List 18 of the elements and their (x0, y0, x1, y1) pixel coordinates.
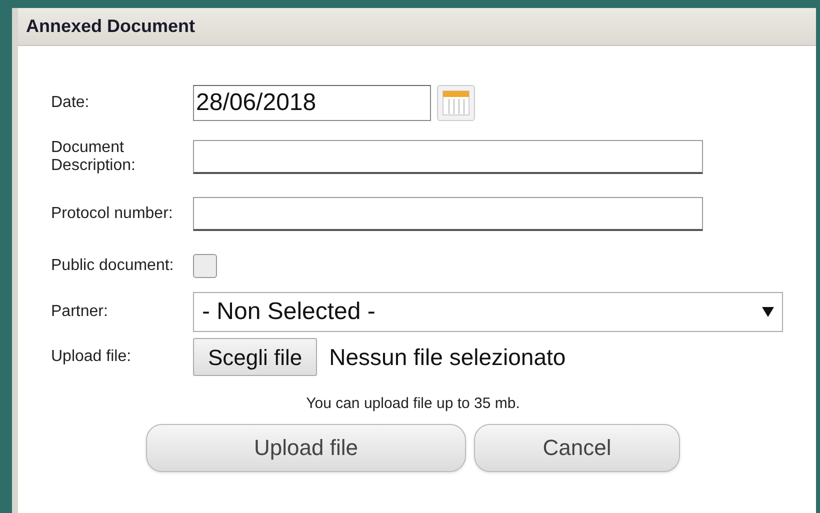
caret-icon (762, 307, 774, 317)
choose-file-button[interactable]: Scegli file (193, 338, 318, 376)
field-label: Document Description: (51, 138, 136, 174)
dialog-title: Annexed Document (26, 15, 196, 38)
field-label: Partner: (51, 303, 109, 321)
field-label: Public document: (51, 256, 175, 274)
checkbox[interactable] (193, 254, 217, 278)
input-field[interactable] (193, 196, 703, 230)
upload-limit-note: You can upload file up to 35 mb. (306, 394, 520, 414)
partner-dropdown[interactable]: - Non Selected - (193, 292, 783, 332)
cancel-button[interactable]: Cancel (474, 424, 680, 472)
field-label: Protocol number: (51, 204, 174, 222)
field-label: Upload file: (51, 348, 132, 366)
file-status: Nessun file selezionato (329, 342, 566, 372)
date-field[interactable]: 28/06/2018 (193, 85, 431, 121)
field-label: Date: (51, 94, 90, 112)
input-field[interactable] (193, 140, 703, 174)
upload-button[interactable]: Upload file (146, 424, 466, 472)
